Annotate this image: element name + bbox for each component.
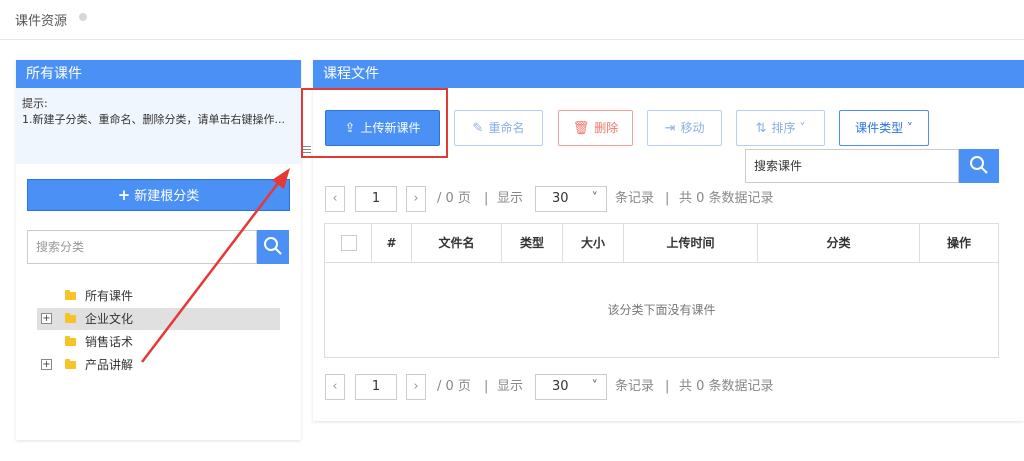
new-root-category-button[interactable]: + 新建根分类 <box>27 179 290 211</box>
tip-text: 1.新建子分类、重命名、删除分类，请单击右键操作... <box>22 113 285 126</box>
show-text: 显示 <box>497 379 524 394</box>
delete-label: 删除 <box>594 121 619 135</box>
search-icon <box>264 237 282 255</box>
select-all-checkbox[interactable] <box>341 235 357 251</box>
sort-icon: ⇅ <box>755 121 767 136</box>
page-number-input[interactable]: 1 <box>355 186 397 212</box>
category-search-input[interactable]: 搜索分类 <box>27 230 257 264</box>
column-header-upload-time: 上传时间 <box>624 224 758 262</box>
folder-icon <box>65 313 76 323</box>
show-text: 显示 <box>497 191 524 206</box>
move-button[interactable]: ⇥ 移动 <box>647 110 722 146</box>
total-pages-text: / 0 页 <box>437 191 471 206</box>
tip-title: 提示: <box>22 97 48 110</box>
rename-button[interactable]: ✎ 重命名 <box>454 110 543 146</box>
total-records-text: 共 0 条数据记录 <box>679 379 774 394</box>
tree-item-label: 销售话术 <box>85 335 134 349</box>
tree-item-label: 产品讲解 <box>85 358 134 372</box>
separator: | <box>665 191 670 206</box>
records-text: 条记录 <box>615 379 655 394</box>
next-page-button[interactable]: › <box>406 374 426 400</box>
annotation-highlight-box <box>301 88 448 158</box>
tip-box: 提示: 1.新建子分类、重命名、删除分类，请单击右键操作... <box>16 88 301 164</box>
chevron-down-icon: ˅ <box>795 121 806 135</box>
category-panel: 所有课件 提示: 1.新建子分类、重命名、删除分类，请单击右键操作... + 新建… <box>16 60 301 440</box>
folder-icon <box>65 336 76 346</box>
page-size-value: 30 <box>552 191 569 206</box>
trash-icon: 🗑 <box>572 121 590 136</box>
tree-item-label: 企业文化 <box>85 312 134 326</box>
move-label: 移动 <box>680 121 705 135</box>
tree-item-culture[interactable]: + 企业文化 <box>37 308 280 330</box>
records-text: 条记录 <box>615 191 655 206</box>
separator: | <box>484 379 489 394</box>
status-dot-icon <box>79 13 87 21</box>
expand-icon[interactable]: + <box>41 313 52 324</box>
folder-icon <box>65 359 76 369</box>
category-search-button[interactable] <box>257 230 289 264</box>
move-icon: ⇥ <box>664 121 676 136</box>
chevron-down-icon: ˅ <box>591 191 599 206</box>
courseware-type-dropdown[interactable]: 课件类型 ˅ <box>839 110 929 146</box>
page-size-select[interactable]: 30 ˅ <box>535 374 607 400</box>
page-size-select[interactable]: 30 ˅ <box>535 186 607 212</box>
page-size-value: 30 <box>552 379 569 394</box>
search-icon <box>970 156 988 174</box>
courseware-type-label: 课件类型 <box>855 121 904 135</box>
file-panel-title: 课程文件 <box>313 60 1024 88</box>
file-search-button[interactable] <box>959 149 999 183</box>
column-header-category: 分类 <box>758 224 920 262</box>
pencil-icon: ✎ <box>472 121 484 136</box>
column-header-type: 类型 <box>502 224 563 262</box>
top-bar: 课件资源 <box>0 0 1024 40</box>
new-root-category-label: 新建根分类 <box>134 189 200 204</box>
separator: | <box>665 379 670 394</box>
select-all-cell <box>325 224 372 262</box>
plus-icon: + <box>117 186 131 204</box>
expand-icon[interactable]: + <box>41 359 52 370</box>
delete-button[interactable]: 🗑 删除 <box>558 110 633 146</box>
tree-item-sales[interactable]: 销售话术 <box>37 331 280 353</box>
separator: | <box>484 191 489 206</box>
next-page-button[interactable]: › <box>406 186 426 212</box>
sort-button[interactable]: ⇅ 排序 ˅ <box>736 110 825 146</box>
tree-item-all[interactable]: 所有课件 <box>37 285 280 307</box>
prev-page-button[interactable]: ‹ <box>325 374 345 400</box>
prev-page-button[interactable]: ‹ <box>325 186 345 212</box>
table-header: # 文件名 类型 大小 上传时间 分类 操作 <box>325 224 998 263</box>
chevron-down-icon: ˅ <box>591 379 599 394</box>
empty-state-text: 该分类下面没有课件 <box>607 303 716 317</box>
rename-label: 重命名 <box>488 121 525 135</box>
page-title: 课件资源 <box>15 14 68 29</box>
file-table: # 文件名 类型 大小 上传时间 分类 操作 该分类下面没有课件 <box>324 223 999 358</box>
folder-icon <box>65 290 76 300</box>
total-pages-text: / 0 页 <box>437 379 471 394</box>
column-header-size: 大小 <box>563 224 624 262</box>
category-panel-title: 所有课件 <box>16 60 301 88</box>
file-search-input[interactable]: 搜索课件 <box>745 149 959 183</box>
tree-item-product[interactable]: + 产品讲解 <box>37 354 280 376</box>
column-header-filename: 文件名 <box>412 224 502 262</box>
total-records-text: 共 0 条数据记录 <box>679 191 774 206</box>
page-number-input[interactable]: 1 <box>355 374 397 400</box>
tree-item-label: 所有课件 <box>85 289 134 303</box>
column-header-actions: 操作 <box>946 236 971 250</box>
category-tree: 所有课件 + 企业文化 销售话术 + 产品讲解 <box>37 285 280 377</box>
column-header-index: # <box>372 224 412 262</box>
sort-label: 排序 <box>771 121 796 135</box>
chevron-down-icon: ˅ <box>903 121 913 135</box>
